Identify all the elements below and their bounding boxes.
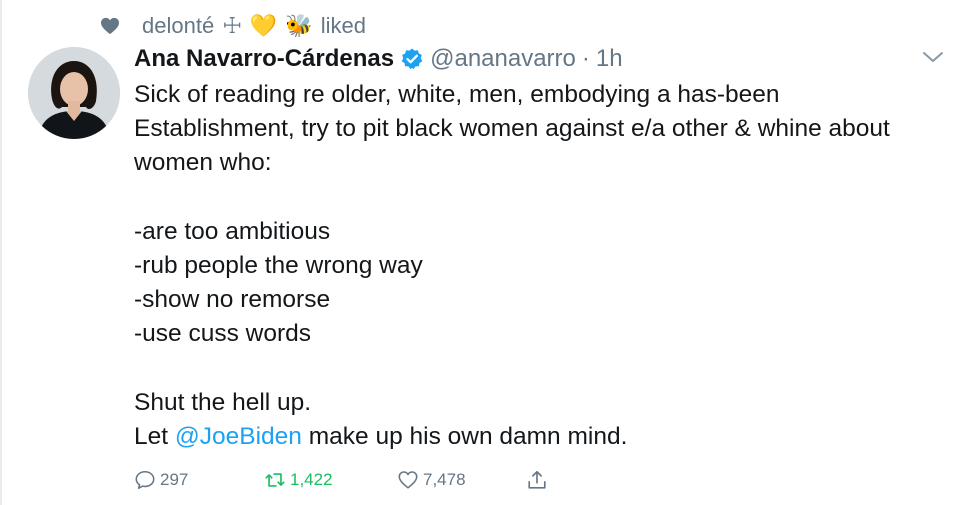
- timestamp[interactable]: 1h: [596, 45, 623, 73]
- tweet-line: Sick of reading re older, white, men, em…: [134, 81, 780, 108]
- retweet-icon: [265, 473, 285, 487]
- tweet-line: Establishment, try to pit black women ag…: [134, 115, 890, 143]
- display-name[interactable]: Ana Navarro-Cárdenas: [134, 45, 394, 73]
- yellow-heart-emoji: 💛: [249, 13, 278, 38]
- mention-link[interactable]: @JoeBiden: [175, 423, 302, 450]
- tweet-line: -show no remorse: [134, 286, 331, 314]
- line-suffix: make up his own damn mind.: [301, 423, 628, 450]
- social-context: delonté ☩ 💛 🐝 liked: [100, 12, 366, 40]
- liked-label: liked: [320, 13, 366, 38]
- retweet-count: 1,422: [290, 470, 333, 489]
- like-heart-icon: [398, 471, 418, 489]
- tweet-line: Shut the hell up.: [134, 388, 312, 416]
- tweet-line: -use cuss words: [134, 320, 312, 348]
- like-button[interactable]: 7,478: [397, 469, 466, 491]
- share-icon: [528, 470, 546, 489]
- heart-icon: [101, 17, 119, 35]
- reply-icon: [135, 470, 155, 490]
- tweet-line: -are too ambitious: [134, 217, 331, 245]
- line-prefix: Let: [134, 423, 175, 450]
- tweet-line: -rub people the wrong way: [134, 252, 423, 279]
- avatar[interactable]: [28, 47, 120, 139]
- reply-button[interactable]: 297: [134, 469, 188, 491]
- tweet-line: Let @JoeBiden make up his own damn mind.: [134, 420, 954, 454]
- liker-name[interactable]: delonté: [142, 13, 214, 39]
- tweet-header: Ana Navarro-Cárdenas @ananavarro · 1h: [134, 42, 623, 76]
- bee-emoji: 🐝: [285, 13, 313, 38]
- handle[interactable]: @ananavarro: [430, 45, 576, 73]
- share-button[interactable]: [526, 469, 548, 491]
- tweet-text: Sick of reading re older, white, men, em…: [134, 78, 954, 454]
- reply-count: 297: [160, 470, 189, 489]
- cross-symbol: ☩: [222, 13, 242, 38]
- chevron-down-icon[interactable]: [922, 50, 944, 64]
- tweet-line: women who:: [134, 149, 272, 177]
- like-count: 7,478: [423, 470, 466, 489]
- avatar-image: [28, 47, 120, 139]
- separator-dot: ·: [581, 45, 590, 72]
- left-border: [0, 0, 2, 505]
- verified-badge-icon: [401, 48, 423, 69]
- retweet-button[interactable]: 1,422: [264, 469, 333, 491]
